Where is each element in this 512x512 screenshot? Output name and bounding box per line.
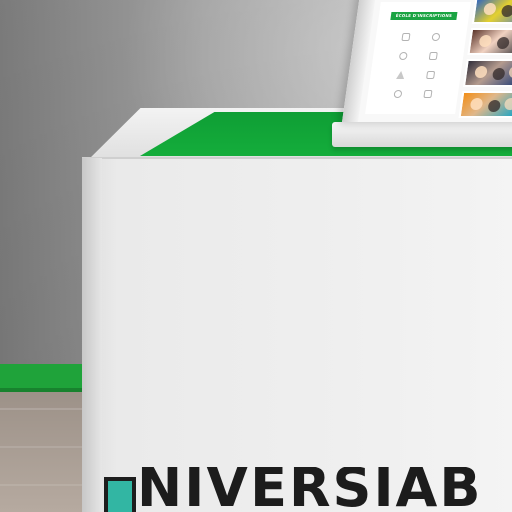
person-icon [398,52,408,60]
logo-mark-icon [104,477,136,512]
brochure-icon-row [382,88,444,100]
brochure-info-panel: ÉCOLE D'INSCRIPTIONS [365,2,471,114]
reception-desk-side [82,158,102,512]
desk-logo: NIVERSIAB [104,467,512,512]
child-photo [458,90,512,118]
students-photo [471,0,512,24]
graduates-photo [462,59,512,87]
brochure-icon-row [390,31,452,43]
calendar-icon [428,52,438,60]
warning-icon [396,71,406,79]
brochure-heading: ÉCOLE D'INSCRIPTIONS [390,12,458,20]
green-floor-edge [0,364,86,392]
circle-icon [431,33,441,41]
building-icon [423,90,433,98]
brochure-icon-row [387,50,449,62]
group-photo [467,27,512,55]
brochure-display: ÉCOLE D'INSCRIPTIONS [342,0,512,122]
brochure-icon-row [385,69,447,81]
info-icon [393,90,403,98]
document-icon [401,33,411,41]
reception-desk-front [82,157,512,512]
photo-scene: ÉCOLE D'INSCRIPTIONS NIVERSIAB [0,0,512,512]
logo-text: NIVERSIAB [137,467,483,512]
flag-icon [426,71,436,79]
brochure-stand-base [332,122,512,147]
